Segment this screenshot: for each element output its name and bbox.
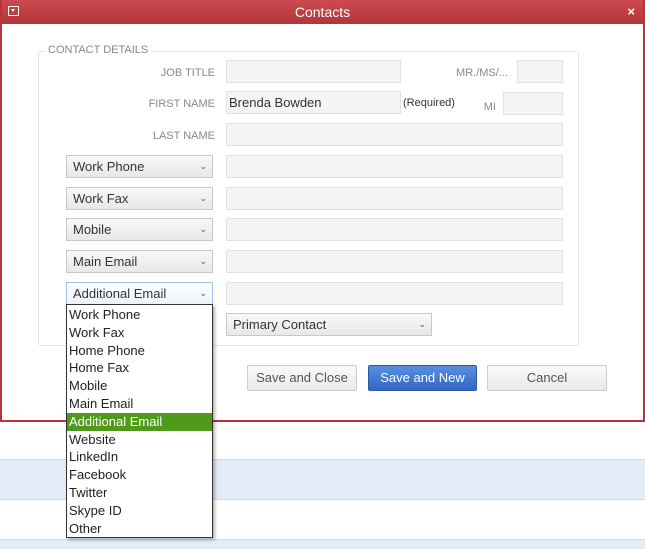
- contact-value-input-5[interactable]: [226, 282, 563, 305]
- save-and-close-button[interactable]: Save and Close: [247, 365, 357, 391]
- section-legend: CONTACT DETAILS: [45, 44, 152, 56]
- chevron-down-icon: ⌄: [199, 161, 207, 171]
- chevron-down-icon: ⌄: [199, 193, 207, 203]
- title-bar: Contacts ×: [2, 0, 643, 24]
- chevron-down-icon: ⌄: [199, 256, 207, 266]
- contact-value-input-2[interactable]: [226, 187, 563, 210]
- select-value: Work Fax: [73, 191, 129, 206]
- contact-type-select-5[interactable]: Additional Email ⌄: [66, 282, 213, 305]
- job-title-label: JOB TITLE: [160, 67, 215, 79]
- contact-type-select-4[interactable]: Main Email ⌄: [66, 250, 213, 273]
- mi-input[interactable]: [503, 92, 563, 115]
- background-row: [0, 539, 645, 549]
- select-value: Main Email: [73, 254, 138, 269]
- chevron-down-icon: ⌄: [199, 288, 207, 298]
- dropdown-option[interactable]: Additional Email: [67, 412, 212, 431]
- dropdown-option[interactable]: Twitter: [67, 484, 212, 502]
- contact-type-select-2[interactable]: Work Fax ⌄: [66, 187, 213, 210]
- dropdown-option[interactable]: Facebook: [67, 466, 212, 484]
- contact-type-dropdown-list: Work Phone Work Fax Home Phone Home Fax Mobi…: [66, 304, 213, 538]
- contact-value-input-4[interactable]: [226, 250, 563, 273]
- dropdown-option[interactable]: Home Phone: [67, 342, 212, 360]
- contact-value-input-3[interactable]: [226, 218, 563, 241]
- dropdown-option[interactable]: Work Fax: [67, 324, 212, 342]
- dropdown-option[interactable]: Home Fax: [67, 359, 212, 377]
- dropdown-option[interactable]: Website: [67, 431, 212, 449]
- first-name-input[interactable]: Brenda Bowden: [226, 91, 401, 114]
- chevron-down-icon: ⌄: [199, 224, 207, 234]
- dropdown-option[interactable]: Main Email: [67, 395, 212, 413]
- contact-value-input-1[interactable]: [226, 155, 563, 178]
- dropdown-option[interactable]: Mobile: [67, 377, 212, 395]
- dropdown-option[interactable]: LinkedIn: [67, 448, 212, 466]
- dropdown-option[interactable]: Skype ID: [67, 502, 212, 520]
- select-value: Primary Contact: [233, 317, 327, 332]
- first-name-label: FIRST NAME: [148, 98, 215, 110]
- save-and-new-button[interactable]: Save and New: [368, 365, 477, 391]
- cancel-button[interactable]: Cancel: [487, 365, 607, 391]
- close-icon[interactable]: ×: [627, 0, 635, 24]
- salutation-label: MR./MS/...: [456, 67, 508, 79]
- mi-label: MI: [483, 101, 496, 113]
- last-name-input[interactable]: [226, 123, 563, 146]
- select-value: Additional Email: [73, 286, 167, 301]
- required-note: (Required): [403, 97, 455, 109]
- chevron-down-icon: ⌄: [418, 319, 426, 329]
- job-title-input[interactable]: [226, 60, 401, 83]
- select-value: Work Phone: [73, 159, 145, 174]
- primary-contact-select[interactable]: Primary Contact ⌄: [226, 313, 432, 336]
- dropdown-option[interactable]: Work Phone: [67, 306, 212, 324]
- contact-type-select-3[interactable]: Mobile ⌄: [66, 218, 213, 241]
- salutation-input[interactable]: [517, 60, 563, 83]
- dialog-title: Contacts: [294, 4, 351, 20]
- select-value: Mobile: [73, 222, 112, 237]
- last-name-label: LAST NAME: [152, 130, 215, 142]
- dropdown-option[interactable]: Other: [67, 520, 212, 538]
- contact-type-select-1[interactable]: Work Phone ⌄: [66, 155, 213, 178]
- window-menu-icon[interactable]: [8, 6, 19, 16]
